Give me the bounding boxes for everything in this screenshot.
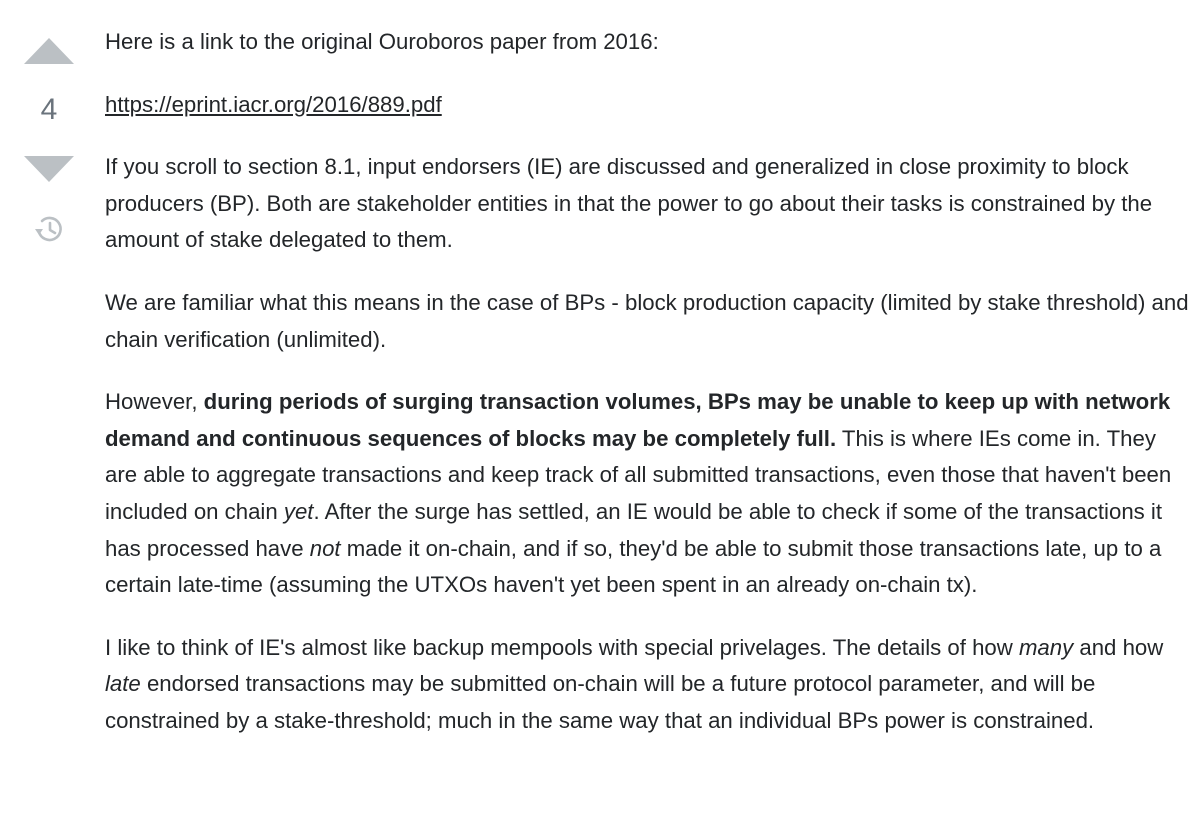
triangle-down-icon — [24, 156, 74, 182]
paragraph-link: https://eprint.iacr.org/2016/889.pdf — [105, 87, 1190, 124]
answer-body: Here is a link to the original Ouroboros… — [105, 24, 1190, 766]
paragraph-surge: However, during periods of surging trans… — [105, 384, 1190, 604]
italic-text: not — [309, 535, 341, 561]
text-span: However, — [105, 389, 204, 415]
text-span: and how — [1073, 634, 1164, 660]
paragraph-bps: We are familiar what this means in the c… — [105, 289, 1189, 352]
paragraph-intro: Here is a link to the original Ouroboros… — [105, 29, 659, 54]
paper-link[interactable]: https://eprint.iacr.org/2016/889.pdf — [105, 92, 442, 117]
vote-column: 4 — [0, 0, 100, 824]
paragraph-section: If you scroll to section 8.1, input endo… — [105, 154, 1153, 253]
downvote-button[interactable] — [22, 154, 76, 184]
paragraph-mempools: I like to think of IE's almost like back… — [105, 630, 1190, 740]
history-icon[interactable] — [32, 212, 66, 246]
triangle-up-icon — [24, 38, 74, 64]
text-span: endorsed transactions may be submitted o… — [105, 671, 1096, 733]
italic-text: many — [1018, 634, 1074, 660]
vote-count: 4 — [40, 93, 58, 126]
italic-text: late — [105, 671, 141, 697]
text-span: I like to think of IE's almost like back… — [105, 634, 1019, 660]
italic-text: yet — [283, 498, 314, 524]
upvote-button[interactable] — [22, 36, 76, 66]
